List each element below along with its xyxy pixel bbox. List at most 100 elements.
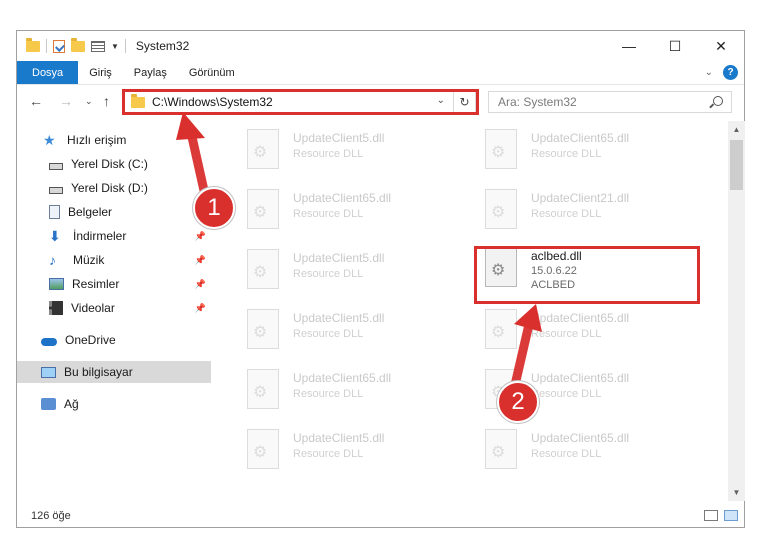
file-name: UpdateClient65.dll — [531, 431, 630, 445]
sidebar-item-pictures[interactable]: Resimler 📌 — [17, 273, 211, 295]
scroll-down-icon[interactable]: ▼ — [728, 484, 745, 501]
scroll-thumb[interactable] — [730, 140, 743, 190]
file-item[interactable]: UpdateClient65.dll Resource DLL — [485, 309, 705, 359]
dll-file-icon — [485, 129, 517, 169]
file-name: UpdateClient5.dll — [293, 431, 385, 445]
file-item[interactable]: UpdateClient65.dll Resource DLL — [247, 369, 467, 419]
pin-icon[interactable]: 📌 — [195, 303, 206, 314]
maximize-button[interactable]: ☐ — [652, 31, 698, 61]
file-item[interactable]: UpdateClient5.dll Resource DLL — [247, 129, 467, 179]
dll-file-icon — [485, 189, 517, 229]
dll-file-icon — [247, 369, 279, 409]
file-description: Resource DLL — [293, 388, 364, 400]
dll-file-icon — [247, 429, 279, 469]
dll-file-icon — [247, 309, 279, 349]
folder-icon — [26, 37, 40, 52]
tab-view[interactable]: Görünüm — [178, 61, 246, 84]
help-icon[interactable]: ? — [723, 65, 738, 80]
file-item[interactable]: UpdateClient5.dll Resource DLL — [247, 309, 467, 359]
ribbon-controls: ⌄ ? — [705, 65, 738, 80]
tab-home[interactable]: Giriş — [78, 61, 123, 84]
sidebar-item-label: Videolar — [71, 301, 115, 315]
expand-ribbon-icon[interactable]: ⌄ — [705, 67, 713, 78]
file-description: Resource DLL — [531, 148, 602, 160]
new-folder-icon[interactable] — [71, 37, 85, 52]
videos-icon — [49, 301, 63, 315]
step-1-badge: 1 — [193, 187, 235, 229]
file-name: UpdateClient5.dll — [293, 311, 385, 325]
pin-icon[interactable]: 📌 — [195, 255, 206, 266]
file-description: Resource DLL — [531, 208, 602, 220]
close-button[interactable]: ✕ — [698, 31, 744, 61]
dll-file-icon — [247, 189, 279, 229]
file-name: UpdateClient5.dll — [293, 131, 385, 145]
file-name: UpdateClient65.dll — [531, 131, 630, 145]
file-name: UpdateClient5.dll — [293, 251, 385, 265]
window-controls: — ☐ ✕ — [606, 31, 744, 61]
sidebar-item-this-pc[interactable]: Bu bilgisayar — [17, 361, 211, 383]
large-icons-view-icon[interactable] — [724, 510, 738, 521]
title-bar: ▼ System32 — ☐ ✕ — [17, 31, 744, 61]
dll-file-icon — [247, 129, 279, 169]
file-item[interactable]: UpdateClient65.dll Resource DLL — [485, 129, 705, 179]
view-switcher — [704, 510, 738, 521]
scroll-up-icon[interactable]: ▲ — [728, 121, 745, 138]
divider — [124, 39, 126, 53]
dll-file-icon — [485, 309, 517, 349]
sidebar-item-label: Resimler — [72, 277, 120, 291]
back-arrow-icon[interactable]: ← — [29, 93, 43, 109]
vertical-scrollbar[interactable]: ▲ ▼ — [728, 121, 745, 501]
dll-file-icon — [485, 429, 517, 469]
properties-check-icon[interactable] — [53, 39, 65, 53]
sidebar-item-label: Müzik — [73, 253, 105, 267]
sidebar-item-documents[interactable]: Belgeler — [17, 201, 211, 223]
properties-icon[interactable] — [91, 40, 105, 52]
sidebar-item-videos[interactable]: Videolar 📌 — [17, 297, 211, 319]
sidebar-item-quick-access[interactable]: ★ Hızlı erişim — [17, 129, 211, 151]
details-view-icon[interactable] — [704, 510, 718, 521]
tab-file[interactable]: Dosya — [17, 61, 79, 84]
music-icon: ♪ — [49, 252, 56, 268]
tab-share[interactable]: Paylaş — [123, 61, 178, 84]
file-item[interactable]: UpdateClient65.dll Resource DLL — [247, 189, 467, 239]
search-icon[interactable] — [713, 96, 723, 106]
sidebar-item-local-disk-d[interactable]: Yerel Disk (D:) — [17, 177, 211, 199]
file-name: UpdateClient65.dll — [293, 371, 392, 385]
file-item[interactable]: UpdateClient21.dll Resource DLL — [485, 189, 705, 239]
pin-icon[interactable]: 📌 — [195, 231, 206, 242]
computer-icon — [41, 366, 56, 378]
sidebar-item-label: Ağ — [64, 397, 79, 411]
file-name: UpdateClient65.dll — [531, 371, 630, 385]
pin-icon[interactable]: 📌 — [195, 279, 206, 290]
network-icon — [41, 398, 56, 410]
sidebar-item-onedrive[interactable]: OneDrive — [17, 329, 211, 351]
file-item[interactable]: UpdateClient5.dll Resource DLL — [247, 249, 467, 299]
customize-toolbar-icon[interactable]: ▼ — [111, 42, 119, 51]
address-row: ← → ⌄ ↑ C:\Windows\System32 ⌄ ↻ Ara: Sys… — [17, 87, 744, 117]
download-icon: ⬇ — [49, 228, 61, 244]
file-item[interactable]: UpdateClient5.dll Resource DLL — [247, 429, 467, 479]
minimize-button[interactable]: — — [606, 31, 652, 61]
file-item[interactable]: UpdateClient65.dll Resource DLL — [485, 429, 705, 479]
sidebar-item-downloads[interactable]: ⬇ İndirmeler 📌 — [17, 225, 211, 247]
sidebar-item-label: Hızlı erişim — [67, 133, 127, 147]
ribbon-tabs: Dosya Giriş Paylaş Görünüm ⌄ ? — [17, 61, 744, 85]
sidebar-item-label: Yerel Disk (D:) — [71, 181, 148, 195]
forward-arrow-icon[interactable]: → — [59, 93, 73, 109]
up-arrow-icon[interactable]: ↑ — [103, 93, 110, 109]
cloud-icon — [41, 337, 57, 346]
search-input[interactable]: Ara: System32 — [498, 95, 577, 109]
address-bar-highlight — [122, 89, 479, 115]
file-description: Resource DLL — [293, 328, 364, 340]
status-bar: 126 öğe — [17, 505, 744, 527]
recent-locations-icon[interactable]: ⌄ — [85, 96, 93, 107]
sidebar-item-label: Bu bilgisayar — [64, 365, 133, 379]
step-2-badge: 2 — [497, 381, 539, 423]
sidebar-item-network[interactable]: Ağ — [17, 393, 211, 415]
search-box[interactable]: Ara: System32 — [488, 91, 732, 113]
file-description: Resource DLL — [293, 208, 364, 220]
sidebar-item-local-disk-c[interactable]: Yerel Disk (C:) — [17, 153, 211, 175]
disk-icon — [49, 162, 63, 170]
file-list: UpdateClient5.dll Resource DLL UpdateClie… — [227, 121, 727, 501]
sidebar-item-music[interactable]: ♪ Müzik 📌 — [17, 249, 211, 271]
